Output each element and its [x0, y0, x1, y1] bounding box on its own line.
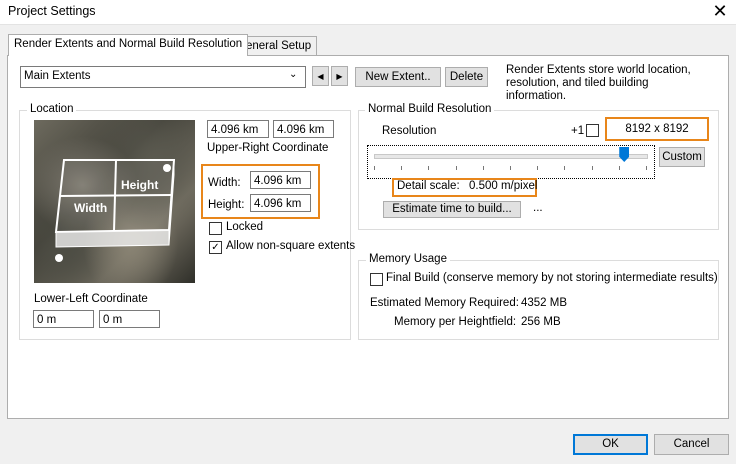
width-field[interactable]: 4.096 km — [250, 171, 311, 189]
upper-right-label: Upper-Right Coordinate — [207, 142, 329, 154]
cancel-button[interactable]: Cancel — [654, 434, 729, 455]
previous-extent-button[interactable]: ◀ — [312, 66, 329, 86]
tab-render-extents[interactable]: Render Extents and Normal Build Resoluti… — [8, 34, 249, 56]
extents-select-value: Main Extents — [24, 70, 91, 82]
diagram-height-label: Height — [121, 178, 159, 192]
ok-button[interactable]: OK — [573, 434, 648, 455]
extents-select[interactable]: Main Extents ⌄ — [20, 66, 306, 88]
memory-per-heightfield-label: Memory per Heightfield: — [394, 316, 517, 328]
detail-scale-value: 0.500 m/pixel — [469, 180, 538, 192]
memory-per-heightfield-value: 256 MB — [521, 316, 561, 328]
lower-left-y-field[interactable]: 0 m — [99, 310, 160, 328]
triangle-left-icon: ◀ — [317, 72, 324, 81]
estimate-result: ... — [533, 202, 543, 214]
upper-right-y-field[interactable]: 4.096 km — [273, 120, 334, 138]
final-build-checkbox[interactable] — [370, 273, 383, 286]
resolution-group-label: Normal Build Resolution — [365, 103, 495, 115]
resolution-value: 8192 x 8192 — [625, 123, 689, 135]
slider-thumb[interactable] — [619, 147, 630, 162]
slider-tick — [401, 166, 403, 170]
delete-extent-button[interactable]: Delete — [445, 67, 488, 87]
new-extent-button[interactable]: New Extent.. — [355, 67, 441, 87]
height-field[interactable]: 4.096 km — [250, 194, 311, 212]
estimate-time-button[interactable]: Estimate time to build... — [383, 201, 521, 218]
lower-left-x-field[interactable]: 0 m — [33, 310, 94, 328]
estimated-memory-value: 4352 MB — [521, 297, 568, 309]
resolution-label: Resolution — [382, 125, 437, 137]
plus-one-checkbox[interactable] — [586, 124, 599, 137]
slider-tick — [428, 166, 430, 170]
chevron-down-icon: ⌄ — [289, 69, 298, 80]
resolution-slider[interactable] — [367, 145, 655, 179]
upper-right-x-field[interactable]: 4.096 km — [207, 120, 269, 138]
locked-label: Locked — [226, 221, 264, 233]
title-bar — [0, 0, 736, 25]
slider-tick — [374, 166, 375, 170]
memory-group-label: Memory Usage — [366, 253, 450, 265]
locked-checkbox[interactable] — [209, 222, 222, 235]
height-label: Height: — [208, 199, 245, 211]
plus-one-label: +1 — [571, 125, 585, 137]
slider-tick — [646, 166, 647, 170]
slider-tick — [618, 166, 620, 170]
slider-tick — [537, 166, 539, 170]
extent-box-diagram — [54, 159, 176, 262]
terrain-diagram: Height Width — [34, 120, 195, 283]
next-extent-button[interactable]: ▶ — [331, 66, 348, 86]
slider-tick — [455, 166, 457, 170]
slider-tick — [591, 166, 593, 170]
checkmark-icon: ✓ — [211, 242, 220, 253]
slider-tick — [564, 166, 566, 170]
slider-tick — [510, 166, 511, 170]
diagram-width-label: Width — [74, 201, 108, 215]
slider-tick — [482, 166, 484, 170]
detail-scale-label: Detail scale: — [397, 180, 460, 192]
estimated-memory-label: Estimated Memory Required: — [370, 297, 519, 309]
close-icon[interactable]: ✕ — [708, 0, 732, 22]
slider-track — [374, 154, 648, 159]
window-title: Project Settings — [8, 4, 96, 18]
location-group-label: Location — [27, 103, 77, 115]
custom-button[interactable]: Custom — [659, 147, 705, 167]
nonsquare-checkbox[interactable]: ✓ — [209, 241, 222, 254]
nonsquare-label: Allow non-square extents — [226, 240, 356, 252]
lower-left-label: Lower-Left Coordinate — [34, 293, 148, 305]
extents-description: Render Extents store world location, res… — [506, 64, 691, 102]
final-build-label: Final Build (conserve memory by not stor… — [386, 272, 718, 284]
triangle-right-icon: ▶ — [336, 72, 343, 81]
width-label: Width: — [208, 177, 241, 189]
